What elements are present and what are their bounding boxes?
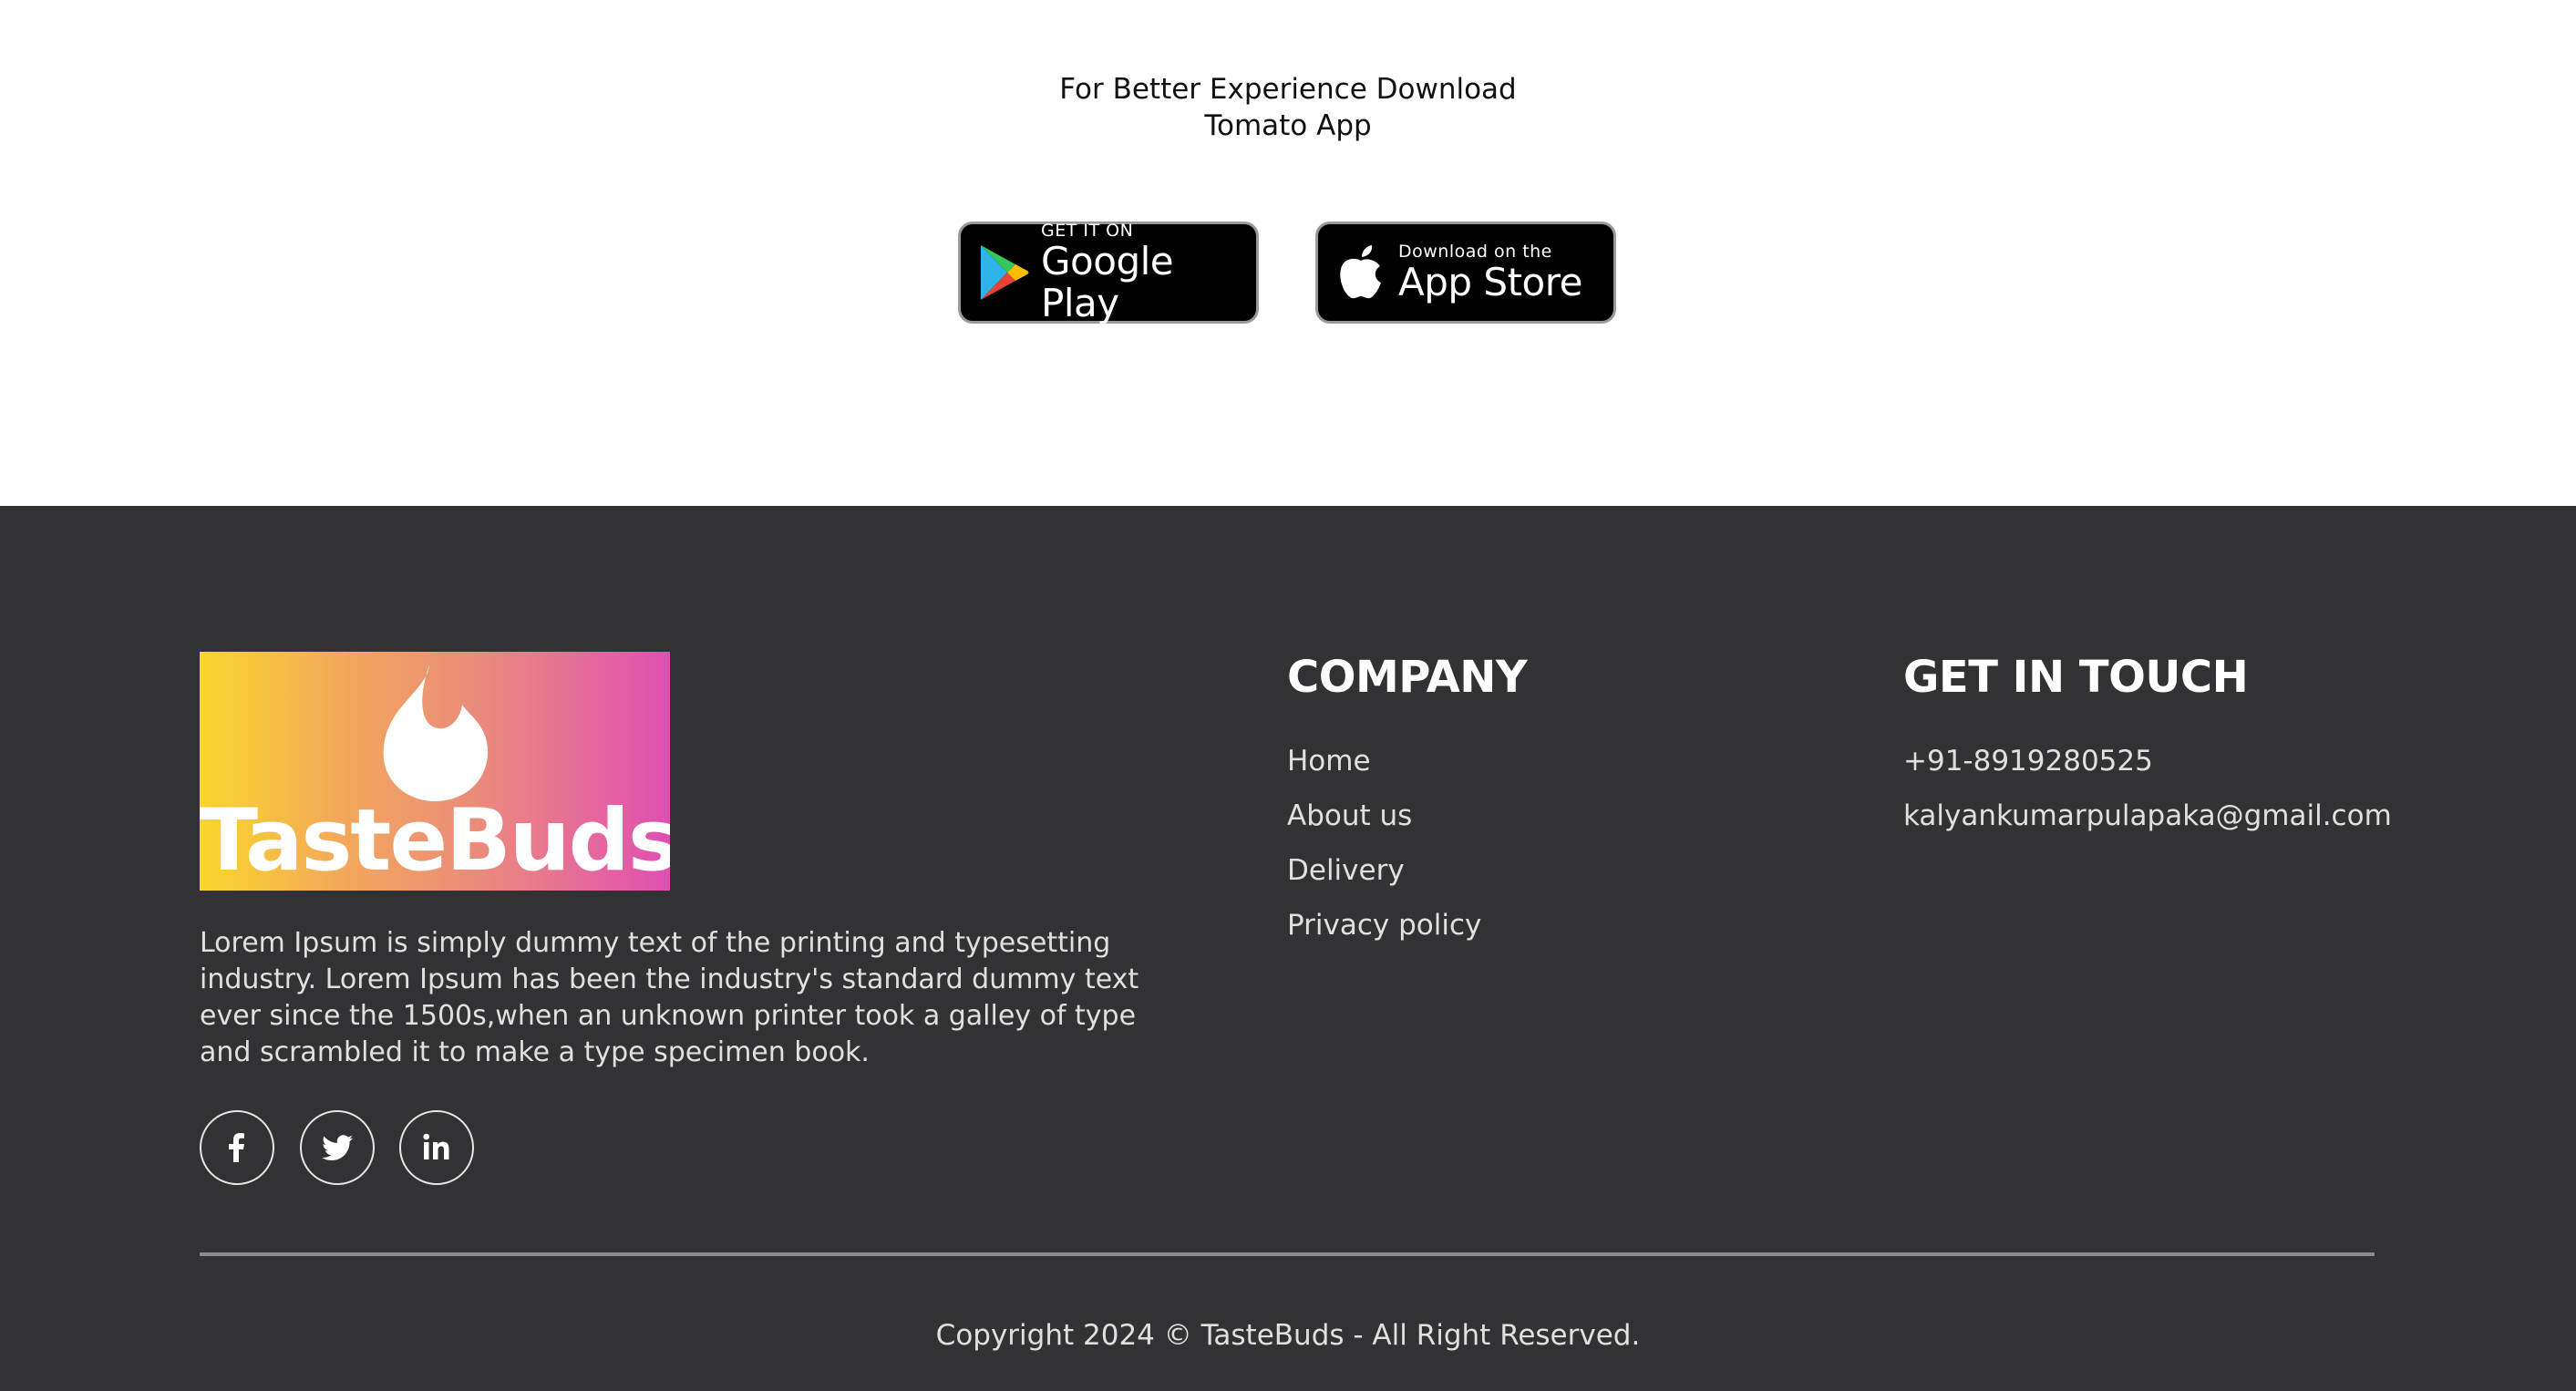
company-links: Home About us Delivery Privacy policy <box>1287 743 1481 962</box>
google-play-big-label: Google Play <box>1041 239 1174 325</box>
apple-icon <box>1340 245 1381 299</box>
tastebuds-logo[interactable]: TasteBuds <box>200 652 670 891</box>
app-download-title-line1: For Better Experience Download <box>1059 73 1517 106</box>
copyright-text: Copyright 2024 © TasteBuds - All Right R… <box>935 1319 1641 1352</box>
facebook-icon <box>229 1133 244 1162</box>
google-play-button[interactable]: GET IT ON Google Play <box>958 221 1259 325</box>
contact-list: +91-8919280525 kalyankumarpulapaka@gmail… <box>1903 743 2392 852</box>
footer-link-privacy-policy[interactable]: Privacy policy <box>1287 907 1481 962</box>
google-play-small-label: GET IT ON <box>1041 221 1134 241</box>
get-in-touch-heading: GET IN TOUCH <box>1903 652 2249 703</box>
app-download-title: For Better Experience Download Tomato Ap… <box>0 71 2576 144</box>
app-store-button[interactable]: Download on the App Store <box>1315 222 1616 324</box>
footer-link-about-us[interactable]: About us <box>1287 798 1481 852</box>
company-heading: COMPANY <box>1287 652 1528 703</box>
footer-link-home[interactable]: Home <box>1287 743 1481 798</box>
app-store-small-label: Download on the <box>1398 242 1552 262</box>
linkedin-button[interactable] <box>399 1110 474 1185</box>
footer-divider <box>200 1252 2375 1256</box>
flame-icon <box>383 665 489 801</box>
app-download-section: For Better Experience Download Tomato Ap… <box>0 0 2576 506</box>
footer-description: Lorem Ipsum is simply dummy text of the … <box>200 927 1139 1068</box>
twitter-button[interactable] <box>300 1110 375 1185</box>
footer-link-delivery[interactable]: Delivery <box>1287 852 1481 907</box>
contact-email[interactable]: kalyankumarpulapaka@gmail.com <box>1903 798 2392 852</box>
footer: TasteBuds Lorem Ipsum is simply dummy te… <box>0 506 2576 1391</box>
contact-phone[interactable]: +91-8919280525 <box>1903 743 2392 798</box>
app-download-title-line2: Tomato App <box>1204 109 1372 142</box>
logo-wordmark: TasteBuds <box>200 791 670 891</box>
facebook-button[interactable] <box>200 1110 274 1185</box>
linkedin-icon <box>423 1133 449 1159</box>
twitter-icon <box>322 1135 353 1160</box>
google-play-icon <box>981 245 1029 300</box>
app-store-big-label: App Store <box>1398 260 1582 304</box>
